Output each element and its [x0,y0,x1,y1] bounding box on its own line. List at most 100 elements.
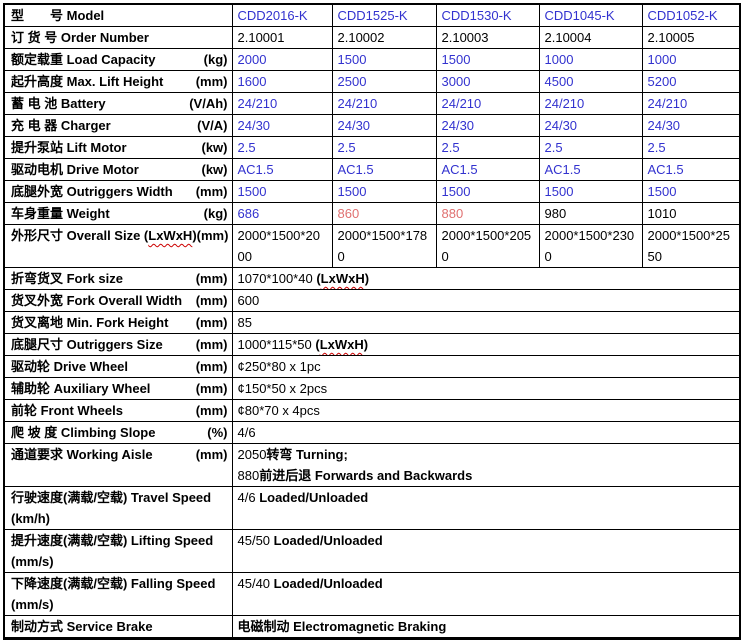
row-label-text: 折弯货叉 Fork size [11,268,123,289]
spec-table-body: 型 号 ModelCDD2016-KCDD1525-KCDD1530-KCDD1… [4,4,740,639]
row-label-drive-wheel: 驱动轮 Drive Wheel(mm) [4,356,232,378]
row-unit: (kw) [202,137,228,158]
row-label-line: 蓄 电 池 Battery(V/Ah) [11,93,228,114]
row-label-text: 起升高度 Max. Lift Height [11,71,163,92]
spec-value-drive-wheel: ¢250*80 x 1pc [232,356,740,378]
row-label-line: 通道要求 Working Aisle(mm) [11,444,228,465]
row-label-line: 提升泵站 Lift Motor (kw) [11,137,228,158]
row-unit: (V/A) [197,115,227,136]
row-unit: (mm) [196,312,228,333]
spec-value-overall-size-col5: 2000*1500*2550 [642,225,740,268]
text-segment: 提升速度(满载/空载) Lifting Speed [11,533,213,548]
spec-value-overall-size-col4: 2000*1500*2300 [539,225,642,268]
spec-row-lift-motor: 提升泵站 Lift Motor(kw)2.52.52.52.52.5 [4,137,740,159]
spec-value-drive-motor-col4: AC1.5 [539,159,642,181]
row-label-line: 提升速度(满载/空载) Lifting Speed [11,530,228,551]
row-unit: (kw) [202,159,228,180]
text-segment: 1000*115*50 [238,337,316,352]
text-segment: 驱动轮 Drive Wheel [11,359,128,374]
spec-value-climbing-slope: 4/6 [232,422,740,444]
text-segment: 底腿外宽 Outriggers Width [11,184,173,199]
spec-value-outriggers-width-col5: 1500 [642,181,740,203]
row-label-fork-size: 折弯货叉 Fork size(mm) [4,268,232,290]
row-label-travel-speed: 行驶速度(满载/空载) Travel Speed (km/h) [4,487,232,530]
row-label-fork-overall-width: 货叉外宽 Fork Overall Width(mm) [4,290,232,312]
row-label-line: 爬 坡 度 Climbing Slope(%) [11,422,228,443]
spec-value-order-number-col2: 2.10002 [332,27,436,49]
spec-value-service-brake: 电磁制动 Electromagnetic Braking [232,616,740,639]
spec-value-order-number-col4: 2.10004 [539,27,642,49]
text-segment: 下降速度(满载/空载) Falling Speed [11,576,215,591]
spec-row-lifting-speed: 提升速度(满载/空载) Lifting Speed(mm/s)45/50 Loa… [4,530,740,573]
row-label-line: 下降速度(满载/空载) Falling Speed [11,573,228,594]
spec-value-auxiliary-wheel: ¢150*50 x 2pcs [232,378,740,400]
row-label-drive-motor: 驱动电机 Drive Motor (kw) [4,159,232,181]
row-label-overall-size: 外形尺寸 Overall Size (LxWxH)(mm) [4,225,232,268]
spec-value-drive-motor-col2: AC1.5 [332,159,436,181]
spec-value-load-capacity-col1: 2000 [232,49,332,71]
spec-value-charger-col1: 24/30 [232,115,332,137]
row-label-text: 底腿尺寸 Outriggers Size [11,334,163,355]
text-segment: 4/6 [238,425,256,440]
row-label-service-brake: 制动方式 Service Brake [4,616,232,639]
spec-value-lift-motor-col1: 2.5 [232,137,332,159]
row-label-lift-motor: 提升泵站 Lift Motor (kw) [4,137,232,159]
text-segment: 1070*100*40 [238,271,317,286]
row-unit: (mm) [196,444,228,465]
spec-row-travel-speed: 行驶速度(满载/空载) Travel Speed (km/h) 4/6 Loaded… [4,487,740,530]
row-label-weight: 车身重量 Weight(kg) [4,203,232,225]
spec-row-falling-speed: 下降速度(满载/空载) Falling Speed(mm/s)45/40 Loa… [4,573,740,616]
spec-value-weight-col2: 860 [332,203,436,225]
spec-value-load-capacity-col2: 1500 [332,49,436,71]
spec-row-battery: 蓄 电 池 Battery(V/Ah)24/21024/21024/21024/… [4,93,740,115]
row-label-line: 起升高度 Max. Lift Height(mm) [11,71,228,92]
row-label-line: 充 电 器 Charger (V/A) [11,115,228,136]
row-label-falling-speed: 下降速度(满载/空载) Falling Speed(mm/s) [4,573,232,616]
text-segment: 驱动电机 Drive Motor [11,162,139,177]
text-segment: 提升泵站 Lift Motor [11,140,127,155]
spec-row-drive-motor: 驱动电机 Drive Motor(kw)AC1.5AC1.5AC1.5AC1.5… [4,159,740,181]
row-label-auxiliary-wheel: 辅助轮 Auxiliary Wheel(mm) [4,378,232,400]
spec-row-order-number: 订 货 号 Order Number2.100012.100022.100032… [4,27,740,49]
text-segment: ¢150*50 x 2pcs [238,381,328,396]
row-label-text: 外形尺寸 Overall Size (LxWxH) [11,225,197,246]
text-segment: 制动方式 Service Brake [11,619,153,634]
text-segment: 行驶速度(满载/空载) Travel Speed [11,490,211,505]
spec-value-line: 85 [238,312,735,333]
spec-value-weight-col1: 686 [232,203,332,225]
text-segment: 2050 [238,447,267,462]
row-label-line: 型 号 Model [11,5,228,26]
row-label-model: 型 号 Model [4,4,232,27]
spec-row-max-lift-height: 起升高度 Max. Lift Height(mm)160025003000450… [4,71,740,93]
row-label-line: 折弯货叉 Fork size(mm) [11,268,228,289]
spec-row-load-capacity: 额定载重 Load Capacity(kg)200015001500100010… [4,49,740,71]
spec-value-line: ¢80*70 x 4pcs [238,400,735,421]
spec-value-max-lift-height-col4: 4500 [539,71,642,93]
spec-table: 型 号 ModelCDD2016-KCDD1525-KCDD1530-KCDD1… [3,3,741,640]
row-label-line: (km/h) [11,508,228,529]
row-label-line: 货叉离地 Min. Fork Height(mm) [11,312,228,333]
spec-value-max-lift-height-col3: 3000 [436,71,539,93]
text-segment: 底腿尺寸 Outriggers Size [11,337,163,352]
spec-value-lift-motor-col2: 2.5 [332,137,436,159]
spec-value-overall-size-col1: 2000*1500*2000 [232,225,332,268]
text-segment: ) [364,337,368,352]
spec-value-line: 4/6 Loaded/Unloaded [238,487,735,508]
spec-value-line: 45/50 Loaded/Unloaded [238,530,735,551]
spec-value-overall-size-col3: 2000*1500*2050 [436,225,539,268]
row-label-text: 驱动电机 Drive Motor [11,159,139,180]
row-unit: (mm) [196,290,228,311]
spec-row-auxiliary-wheel: 辅助轮 Auxiliary Wheel(mm) ¢150*50 x 2pcs [4,378,740,400]
spec-value-model-col5: CDD1052-K [642,4,740,27]
spec-value-lift-motor-col4: 2.5 [539,137,642,159]
text-segment: 85 [238,315,252,330]
row-label-text: 充 电 器 Charger [11,115,111,136]
row-unit: (mm) [196,181,228,202]
text-segment: Loaded/Unloaded [274,576,383,591]
spec-row-outriggers-size: 底腿尺寸 Outriggers Size(mm)1000*115*50 (LxW… [4,334,740,356]
row-label-line: 驱动轮 Drive Wheel(mm) [11,356,228,377]
row-label-text: 蓄 电 池 Battery [11,93,106,114]
spec-value-battery-col5: 24/210 [642,93,740,115]
spec-value-order-number-col3: 2.10003 [436,27,539,49]
text-segment: ¢250*80 x 1pc [238,359,321,374]
